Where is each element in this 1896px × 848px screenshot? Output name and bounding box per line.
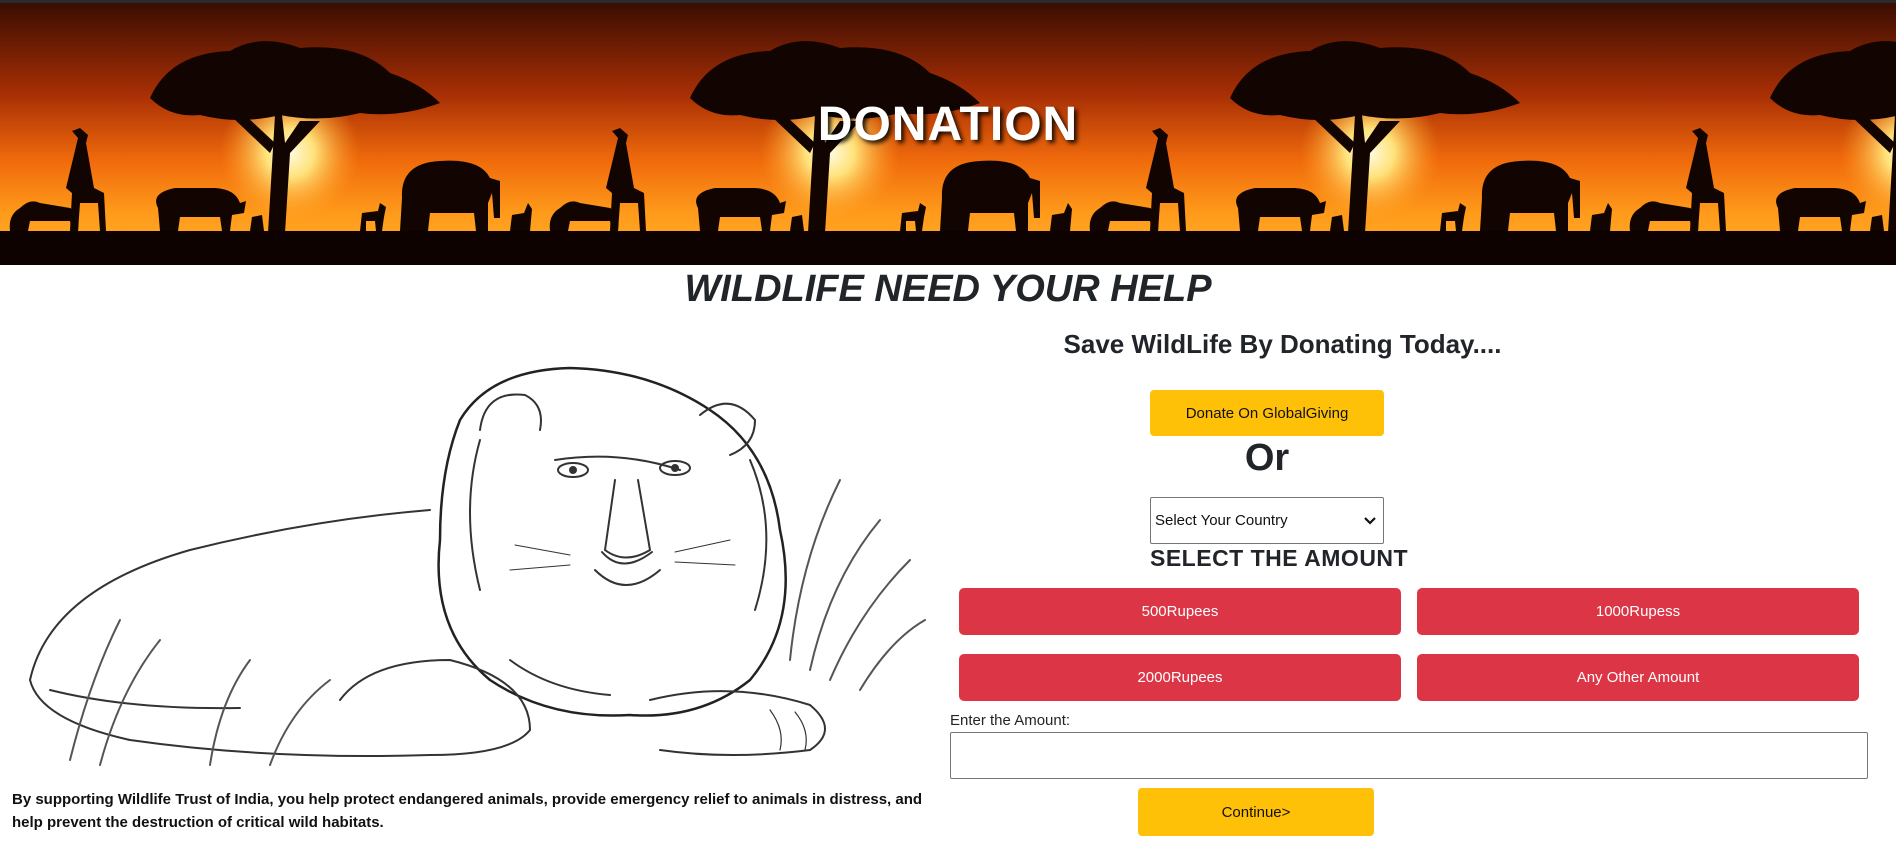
donate-heading: Save WildLife By Donating Today.... bbox=[1063, 329, 1502, 359]
amount-field-label: Enter the Amount: bbox=[950, 712, 1071, 729]
amount-input[interactable] bbox=[950, 732, 1868, 779]
or-separator: Or bbox=[1244, 437, 1290, 479]
amount-2000-button[interactable]: 2000Rupees bbox=[959, 654, 1401, 701]
banner-title: DONATION bbox=[817, 98, 1079, 151]
amount-500-button[interactable]: 500Rupees bbox=[959, 588, 1401, 635]
amount-heading: SELECT THE AMOUNT bbox=[1150, 545, 1409, 571]
country-select[interactable]: Select Your Country bbox=[1150, 497, 1384, 544]
amount-1000-button[interactable]: 1000Rupess bbox=[1417, 588, 1859, 635]
lion-illustration bbox=[10, 360, 930, 778]
hero-banner: DONATION bbox=[0, 0, 1896, 265]
amount-other-button[interactable]: Any Other Amount bbox=[1417, 654, 1859, 701]
country-select-value: Select Your Country bbox=[1155, 512, 1288, 529]
continue-button[interactable]: Continue> bbox=[1138, 788, 1374, 836]
donate-globalgiving-button[interactable]: Donate On GlobalGiving bbox=[1150, 390, 1384, 436]
page-headline: WILDLIFE NEED YOUR HELP bbox=[684, 268, 1212, 310]
chevron-down-icon bbox=[1364, 516, 1376, 525]
intro-text: By supporting Wildlife Trust of India, y… bbox=[12, 791, 923, 831]
